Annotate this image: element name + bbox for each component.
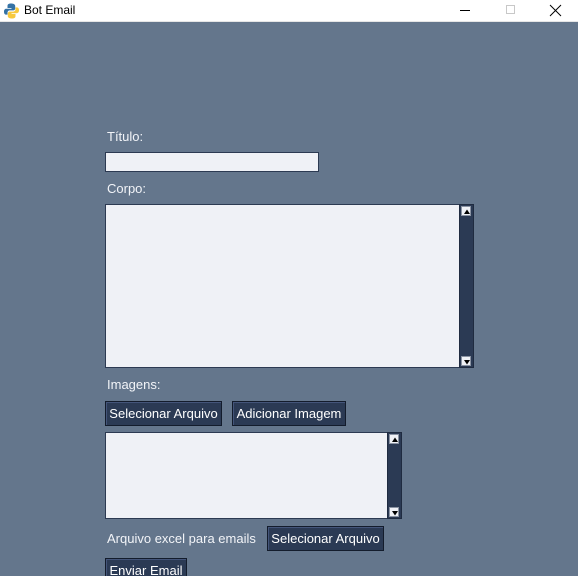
minimize-icon[interactable] [442, 0, 488, 22]
imagens-label: Imagens: [107, 377, 161, 392]
arrow-down-icon[interactable] [461, 356, 471, 366]
images-scrollbar[interactable] [387, 432, 402, 519]
images-listbox[interactable] [105, 432, 389, 519]
corpo-scrollbar[interactable] [459, 204, 474, 368]
select-image-button[interactable]: Selecionar Arquivo [105, 401, 222, 426]
arrow-up-icon[interactable] [389, 434, 399, 444]
window-title: Bot Email [24, 3, 76, 17]
close-icon[interactable] [532, 0, 578, 22]
titulo-input[interactable] [105, 152, 319, 172]
titulo-label: Título: [107, 129, 144, 144]
select-excel-button[interactable]: Selecionar Arquivo [267, 526, 384, 551]
corpo-label: Corpo: [107, 181, 147, 196]
maximize-icon[interactable] [488, 0, 534, 22]
send-email-button[interactable]: Enviar Email [105, 558, 187, 576]
arrow-down-icon[interactable] [389, 507, 399, 517]
corpo-textarea[interactable] [105, 204, 461, 368]
title-bar: Bot Email [0, 0, 578, 22]
add-image-button[interactable]: Adicionar Imagem [232, 401, 346, 426]
python-icon [4, 3, 19, 19]
arrow-up-icon[interactable] [461, 206, 471, 216]
excel-label: Arquivo excel para emails [107, 531, 256, 546]
